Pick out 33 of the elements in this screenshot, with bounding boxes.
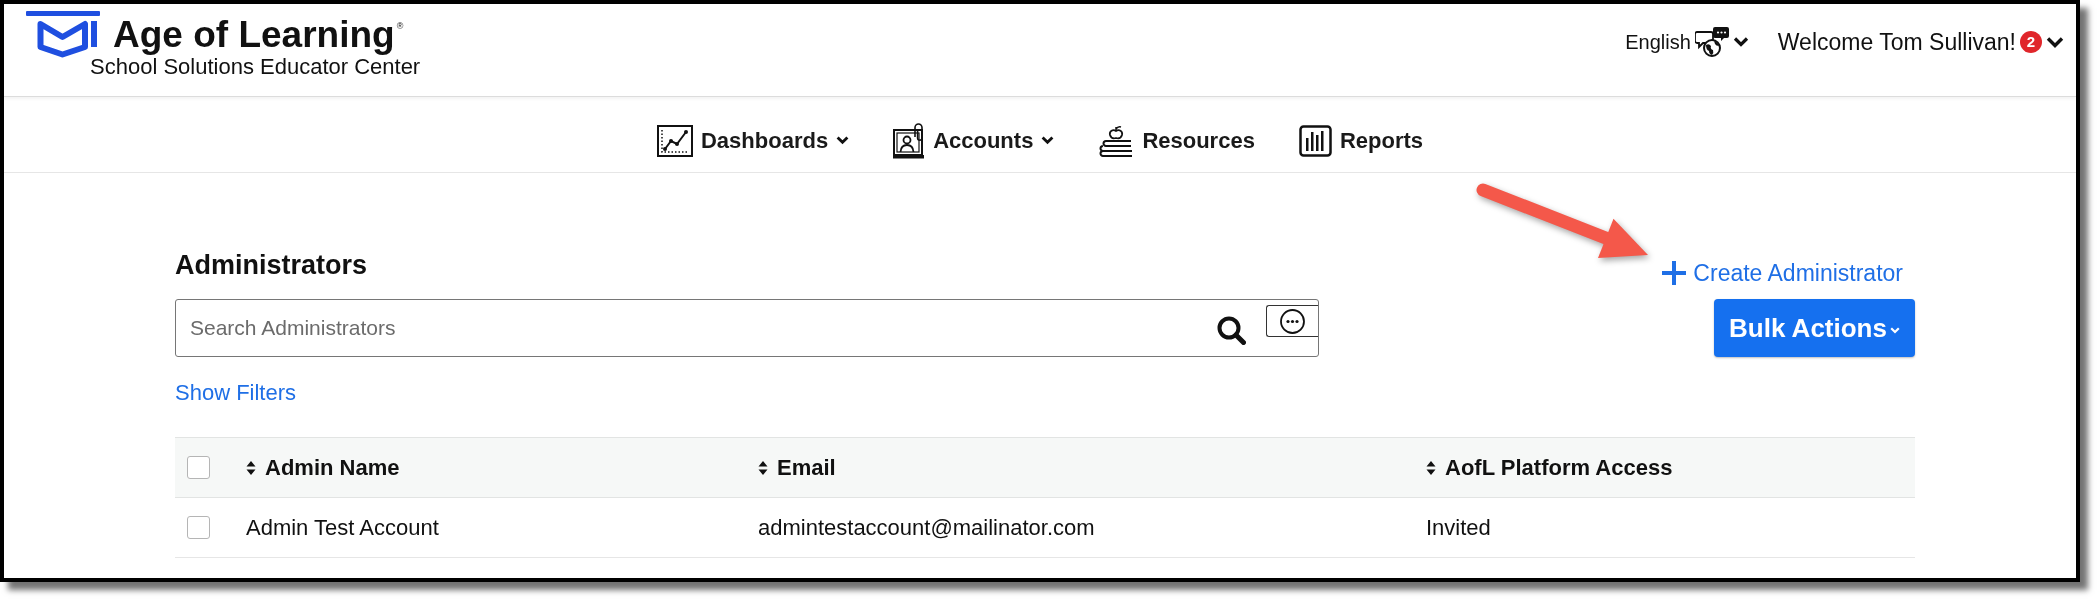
table-cell: admintestaccount@mailinator.com [758,514,1095,541]
select-all-checkbox[interactable] [187,456,210,479]
language-selector[interactable]: English [1625,27,1749,57]
row-checkbox[interactable] [187,516,210,539]
search-icon [1217,316,1246,345]
create-administrator-link[interactable]: Create Administrator [1662,259,1903,287]
globe-speech-icon [1694,27,1729,57]
bulk-actions-button[interactable]: Bulk Actions [1714,299,1915,357]
chevron-down-icon [1889,327,1900,334]
notification-badge: 2 [2020,31,2042,53]
column-header[interactable]: Email [758,454,836,481]
nav-item[interactable]: Accounts [893,122,1055,159]
table-cell: Invited [1426,514,1491,541]
books-apple-icon [1098,124,1135,157]
logo-icon [26,11,100,58]
brand-subtitle: School Solutions Educator Center [90,56,421,78]
bar-chart-icon [1298,124,1332,157]
nav-item[interactable]: Resources [1098,124,1255,157]
nav-item[interactable]: Dashboards [656,124,850,157]
line-chart-icon [656,124,693,157]
brand-name: Age of Learning$^{®}$ [113,16,404,53]
column-header[interactable]: AofL Platform Access [1426,454,1673,481]
more-options-button[interactable] [1266,305,1318,337]
table-cell: Admin Test Account [246,514,439,541]
show-filters-link[interactable]: Show Filters [175,380,297,406]
plus-icon [1662,261,1687,285]
page-title: Administrators [175,249,368,281]
search-field[interactable]: Search Administrators [175,299,1319,357]
person-board-icon [893,122,926,159]
ellipsis-icon [1280,308,1305,334]
user-menu[interactable]: Welcome Tom Sullivan! 2 [1777,28,2064,56]
nav-item[interactable]: Reports [1298,124,1423,157]
column-header[interactable]: Admin Name [246,454,400,481]
